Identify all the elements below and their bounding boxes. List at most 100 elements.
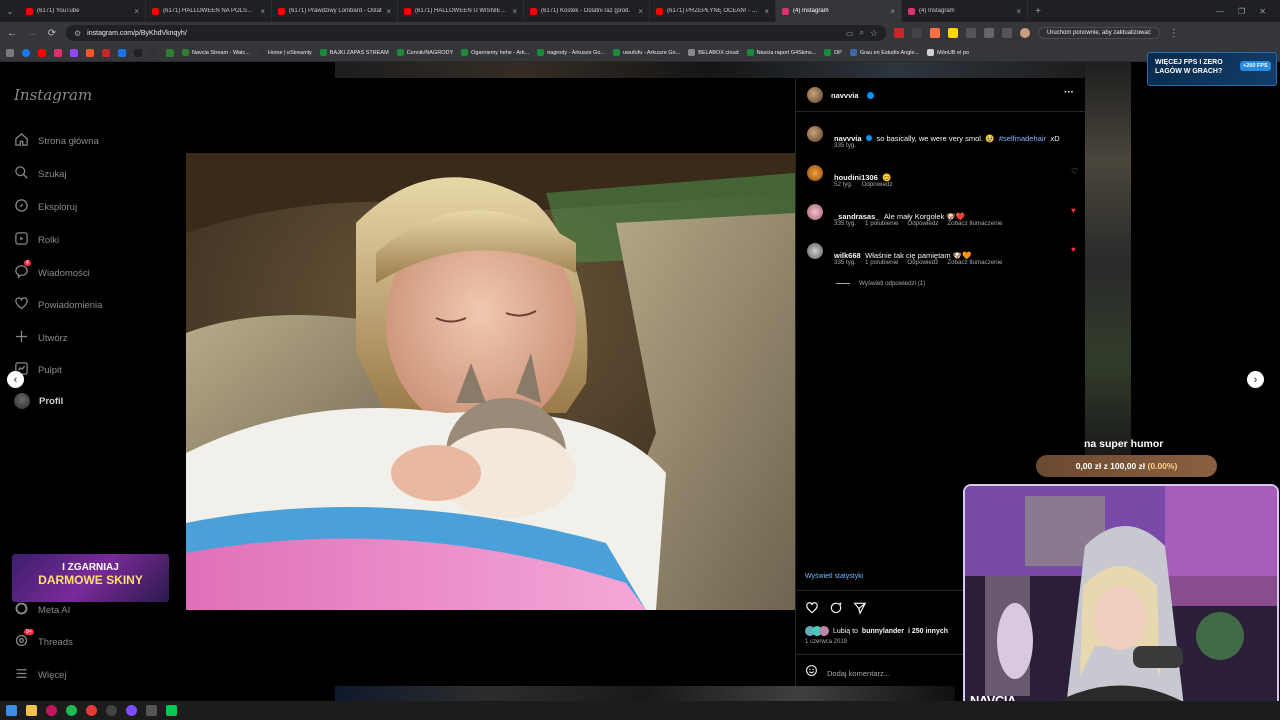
new-tab-button[interactable]: + [1028,6,1048,17]
sidepanel-icon[interactable] [1002,28,1012,38]
comment-liked-heart-icon[interactable]: ♥ [1071,206,1076,215]
bookmark-favicon-icon[interactable] [102,48,110,57]
likes-others[interactable]: i 250 innych [908,628,948,635]
post-photo[interactable] [186,153,795,610]
instagram-logo[interactable]: Instagram [14,86,92,104]
zoom-icon[interactable]: ⌕ [859,28,863,38]
bookmark-item[interactable]: nagrody - Arkusze Go... [537,49,605,56]
bookmark-item[interactable]: Grau en Estudis Angle... [849,49,919,56]
messenger-app-icon[interactable] [126,705,137,716]
see-translation-button[interactable]: Zobacz tłumaczenie [947,220,1002,227]
close-icon[interactable]: × [386,7,391,16]
reload-icon[interactable]: ⟳ [46,28,58,39]
terminal-icon[interactable] [146,705,157,716]
close-icon[interactable]: × [638,7,643,16]
share-send-icon[interactable] [853,601,867,620]
bookmark-item[interactable]: Ogarniemy hehe - Ark... [461,49,529,56]
comment-avatar[interactable] [807,204,823,220]
sidebar-item-explore[interactable]: Eksploruj [14,198,77,216]
bookmark-item[interactable]: BELABOX cloud [688,49,739,56]
extension-icon[interactable] [912,28,922,38]
cast-icon[interactable]: ▭ [846,29,854,38]
comment-bubble-icon[interactable] [829,601,843,620]
extension-icon[interactable] [930,28,940,38]
bookmark-item[interactable]: MónUB el po [927,49,969,56]
bookmark-item[interactable]: BAJKI ZAPAS STREAM [319,49,389,56]
browser-tab[interactable]: (4) Instagram × [902,0,1028,22]
view-replies-button[interactable]: Wyświetl odpowiedzi (1) [836,280,925,287]
comment-liked-heart-icon[interactable]: ♥ [1071,245,1076,254]
sidebar-item-home[interactable]: Strona główna [14,132,99,150]
spotify-icon[interactable] [66,705,77,716]
author-avatar[interactable] [807,87,823,103]
comment-avatar[interactable] [807,243,823,259]
bookmark-favicon-icon[interactable] [166,48,174,57]
browser-tab[interactable]: (6171) HALLOWEEN U WIŚNIEWSK × [398,0,524,22]
reply-button[interactable]: Odpowiedz [907,220,938,227]
browser-tab-active[interactable]: (4) Instagram × [776,0,902,22]
chrome-icon[interactable] [86,705,97,716]
comment-like-heart-icon[interactable]: ♡ [1071,167,1078,176]
browser-tab[interactable]: (6171) Kostek - Ostatni raz (prod. × [524,0,650,22]
sidebar-item-threads[interactable]: 9+ Threads [14,629,73,651]
site-info-icon[interactable]: ⚙ [74,29,81,38]
bookmark-favicon-icon[interactable] [70,48,78,57]
close-icon[interactable]: × [890,7,895,16]
reply-button[interactable]: Odpowiedz [862,181,893,188]
green-app-icon[interactable] [166,705,177,716]
browser-menu-icon[interactable]: ⋮ [1168,28,1180,39]
comment-like-count[interactable]: 1 polubienie [865,220,898,227]
browser-tab[interactable]: (6171) HALLOWEEN NA POLSKIM × [146,0,272,22]
windows-start-icon[interactable] [6,705,17,716]
close-icon[interactable]: × [260,7,265,16]
browser-tab[interactable]: (6171) YouTube × [20,0,146,22]
caption-avatar[interactable] [807,126,823,142]
emoji-icon[interactable] [805,664,818,682]
back-icon[interactable]: ← [6,28,18,39]
bookmark-item[interactable]: Home | eStreamly [257,49,312,56]
view-insights-link[interactable]: Wyświetl statystyki [805,573,863,580]
close-icon[interactable]: × [512,7,517,16]
maximize-icon[interactable]: ❐ [1238,7,1245,16]
bookmark-favicon-icon[interactable] [38,48,46,57]
sidebar-item-profile[interactable]: Profil [14,393,63,409]
bookmark-item[interactable]: uwufufu - Arkusze Go... [613,49,680,56]
bookmark-star-icon[interactable]: ☆ [870,28,878,39]
bookmark-favicon-icon[interactable] [54,48,62,57]
apps-grid-icon[interactable] [6,48,14,57]
sidebar-item-notifications[interactable]: Powiadomienia [14,296,102,314]
close-icon[interactable]: × [764,7,769,16]
bookmark-item[interactable]: Cennik/NAGRODY [396,49,453,56]
extension-icon[interactable] [966,28,976,38]
likes-summary[interactable]: Lubią to bunnylander i 250 innych [805,626,948,636]
opera-gx-icon[interactable] [46,705,57,716]
sidebar-item-reels[interactable]: Rolki [14,231,59,249]
sidebar-item-meta-ai[interactable]: Meta AI [14,601,70,619]
address-bar[interactable]: ⚙ instagram.com/p/ByKhdVknqyh/ ▭ ⌕ ☆ [66,25,886,41]
sidebar-item-more[interactable]: Więcej [14,666,67,684]
next-post-button[interactable]: › [1247,371,1264,388]
bookmark-favicon-icon[interactable] [150,48,158,57]
browser-tab[interactable]: (6171) Prawdziwy Lombard - Ostat × [272,0,398,22]
previous-post-button[interactable]: ‹ [7,371,24,388]
bookmark-favicon-icon[interactable] [118,48,126,57]
window-close-icon[interactable]: ✕ [1259,7,1266,16]
bookmark-favicon-icon[interactable] [134,48,142,57]
sidebar-item-create[interactable]: Utwórz [14,329,68,347]
browser-tab[interactable]: (6171) PRZEPŁYNĘ OCEAN! - YouT × [650,0,776,22]
bookmark-favicon-icon[interactable] [86,48,94,57]
profile-avatar-icon[interactable] [1020,28,1030,38]
comment-avatar[interactable] [807,165,823,181]
obs-icon[interactable] [106,705,117,716]
bookmark-favicon-icon[interactable] [22,48,30,57]
see-translation-button[interactable]: Zobacz tłumaczenie [947,259,1002,266]
like-heart-icon[interactable] [805,601,819,620]
close-icon[interactable]: × [1016,7,1021,16]
bookmark-item[interactable]: Navcia raport G4Skins... [746,49,816,56]
extension-icon[interactable] [894,28,904,38]
comment-like-count[interactable]: 1 polubienie [865,259,898,266]
tab-search-icon[interactable]: ⌄ [0,7,20,16]
likes-user[interactable]: bunnylander [862,628,904,635]
extensions-puzzle-icon[interactable] [984,28,994,38]
file-explorer-icon[interactable] [26,705,37,716]
